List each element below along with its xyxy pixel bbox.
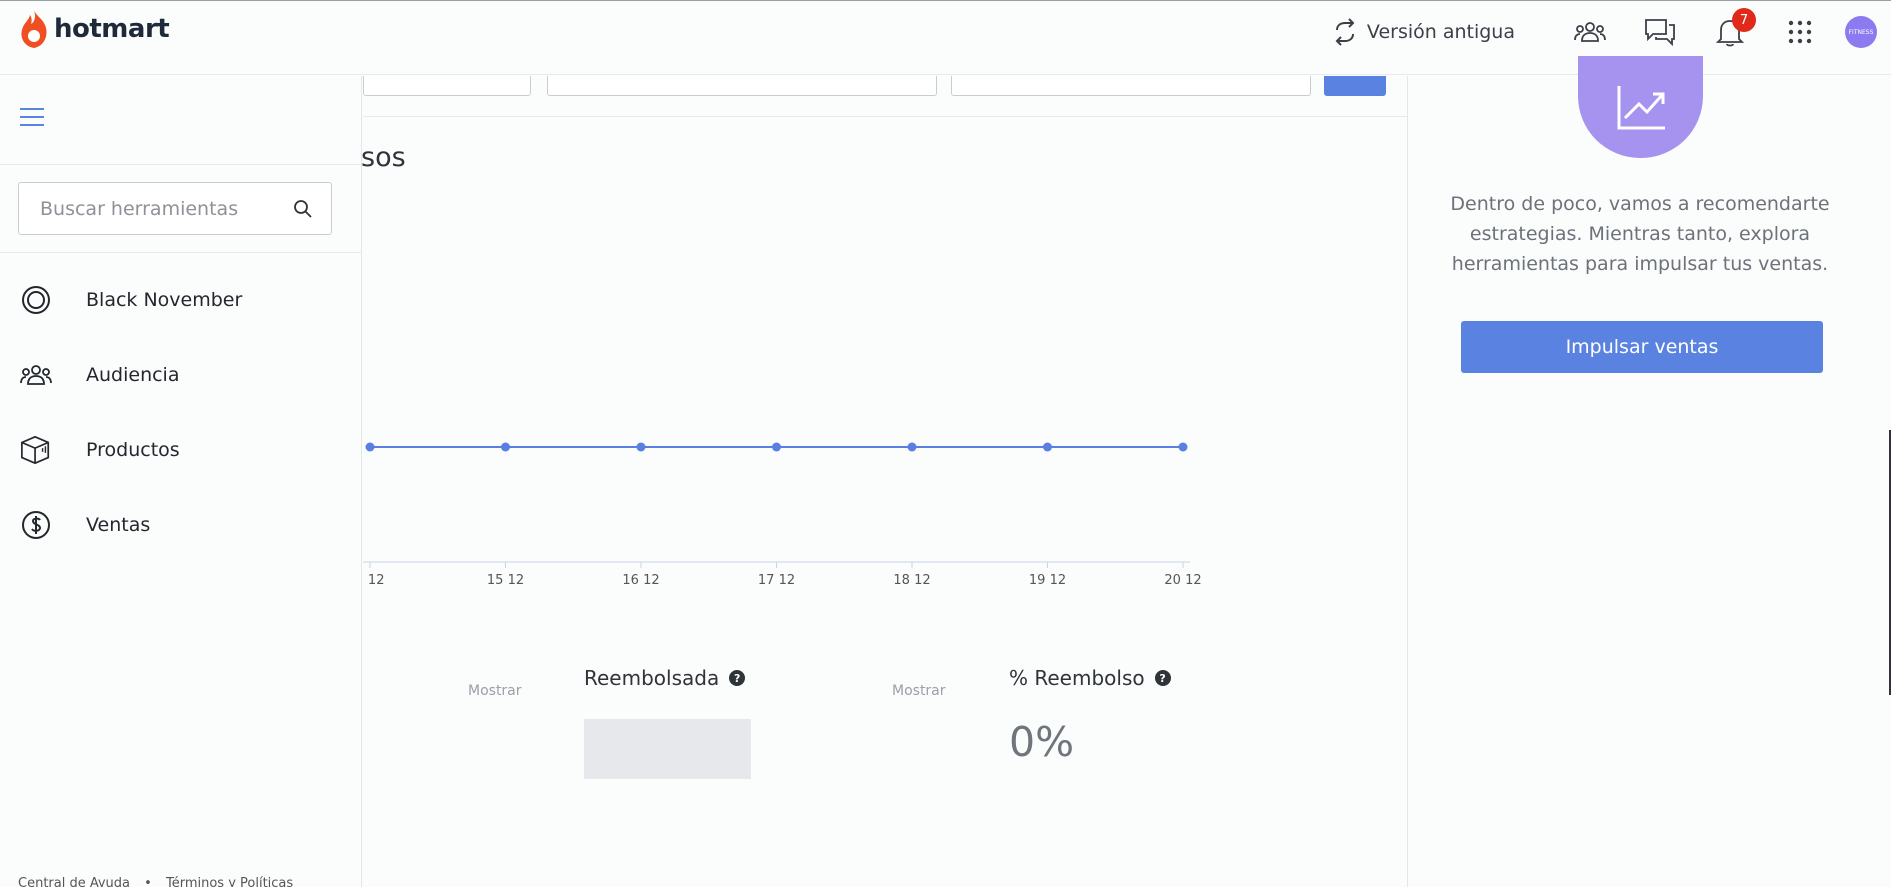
boost-sales-button[interactable]: Impulsar ventas (1461, 321, 1823, 373)
old-version-label: Versión antigua (1366, 21, 1515, 43)
card-title: sos (361, 142, 406, 173)
sidebar-item-black-november[interactable]: Black November (0, 262, 362, 337)
sidebar-nav: Black November Audiencia Productos Venta… (0, 262, 362, 562)
data-point (636, 442, 646, 452)
hotmart-logo[interactable]: hotmart (18, 7, 170, 51)
x-tick-label: 4 12 (363, 573, 384, 588)
dollar-circle-icon (20, 509, 52, 541)
x-tick-label: 17 12 (758, 573, 795, 588)
data-point (365, 442, 375, 452)
divider (0, 164, 362, 165)
refund-rate-stat: % Reembolso ? (1009, 666, 1171, 690)
sidebar-item-label: Black November (86, 288, 243, 311)
terms-link[interactable]: Términos y Políticas (166, 876, 293, 887)
divider (363, 116, 1407, 117)
apps-menu-button[interactable] (1765, 1, 1835, 63)
filter-field[interactable] (951, 76, 1311, 96)
show-toggle[interactable]: Mostrar (468, 683, 522, 699)
hamburger-icon (20, 108, 44, 126)
notifications-button[interactable]: 7 (1695, 1, 1765, 63)
sidebar-item-productos[interactable]: Productos (0, 412, 362, 487)
people-icon (1574, 22, 1606, 42)
sales-line-chart: 4 12 15 12 16 12 17 12 18 12 19 12 20 12 (363, 442, 1202, 588)
sidebar-footer: Central de Ayuda • Términos y Políticas (18, 876, 293, 887)
data-point (907, 442, 917, 452)
main-content: sos 4 12 15 12 16 12 17 12 18 12 19 12 20 12 M… (361, 76, 1407, 887)
x-tick-label: 19 12 (1029, 573, 1066, 588)
sidebar: Black November Audiencia Productos (0, 76, 362, 887)
trend-chart-icon (1617, 86, 1665, 130)
footer-separator: • (144, 876, 152, 887)
user-avatar[interactable]: FITNESS (1845, 16, 1877, 48)
refunded-stat: Reembolsada ? (584, 666, 746, 690)
sidebar-item-label: Ventas (86, 513, 151, 536)
avatar-text: FITNESS (1848, 28, 1874, 36)
logo-text: hotmart (54, 14, 170, 44)
divider (0, 252, 362, 253)
help-icon[interactable]: ? (1154, 670, 1171, 686)
x-tick-label: 18 12 (893, 573, 930, 588)
filter-field[interactable] (363, 76, 531, 96)
header-actions: Versión antigua 7 FITNESS (1331, 1, 1891, 63)
sidebar-item-audiencia[interactable]: Audiencia (0, 337, 362, 412)
sidebar-item-label: Productos (86, 438, 180, 461)
filter-apply-button[interactable] (1324, 76, 1386, 96)
refund-rate-value: 0% (1009, 718, 1075, 766)
stat-label: Reembolsada (584, 666, 720, 690)
loading-placeholder (584, 719, 751, 779)
community-button[interactable] (1555, 1, 1625, 63)
tool-search (18, 182, 332, 235)
target-icon (20, 284, 52, 316)
help-icon[interactable]: ? (729, 670, 746, 686)
sidebar-item-label: Audiencia (86, 363, 180, 386)
product-box-icon (20, 434, 52, 466)
flame-icon (21, 10, 47, 48)
x-tick-label: 15 12 (487, 573, 524, 588)
search-icon[interactable] (293, 199, 313, 219)
help-center-link[interactable]: Central de Ayuda (18, 876, 130, 887)
menu-toggle-button[interactable] (19, 106, 45, 132)
switch-arrows-icon (1335, 18, 1355, 46)
audience-icon (20, 359, 52, 391)
data-point (1043, 442, 1052, 452)
show-toggle[interactable]: Mostrar (892, 683, 946, 699)
recommendations-panel: Dentro de poco, vamos a recomendarte est… (1407, 56, 1891, 887)
data-point (772, 442, 781, 452)
messages-button[interactable] (1625, 1, 1695, 63)
grid-dots-icon (1788, 20, 1812, 44)
data-point (1178, 442, 1188, 452)
filter-field[interactable] (547, 76, 937, 96)
tool-search-input[interactable] (40, 197, 293, 220)
sidebar-item-ventas[interactable]: Ventas (0, 487, 362, 562)
notification-badge: 7 (1732, 8, 1756, 32)
old-version-link[interactable]: Versión antigua (1331, 18, 1515, 46)
data-point (501, 442, 510, 452)
recommendation-message: Dentro de poco, vamos a recomendarte est… (1450, 193, 1830, 275)
stat-label: % Reembolso (1009, 666, 1145, 690)
x-tick-label: 20 12 (1164, 573, 1201, 588)
x-tick-label: 16 12 (622, 573, 659, 588)
chat-icon (1645, 19, 1675, 46)
recommendation-illustration (1578, 56, 1703, 158)
